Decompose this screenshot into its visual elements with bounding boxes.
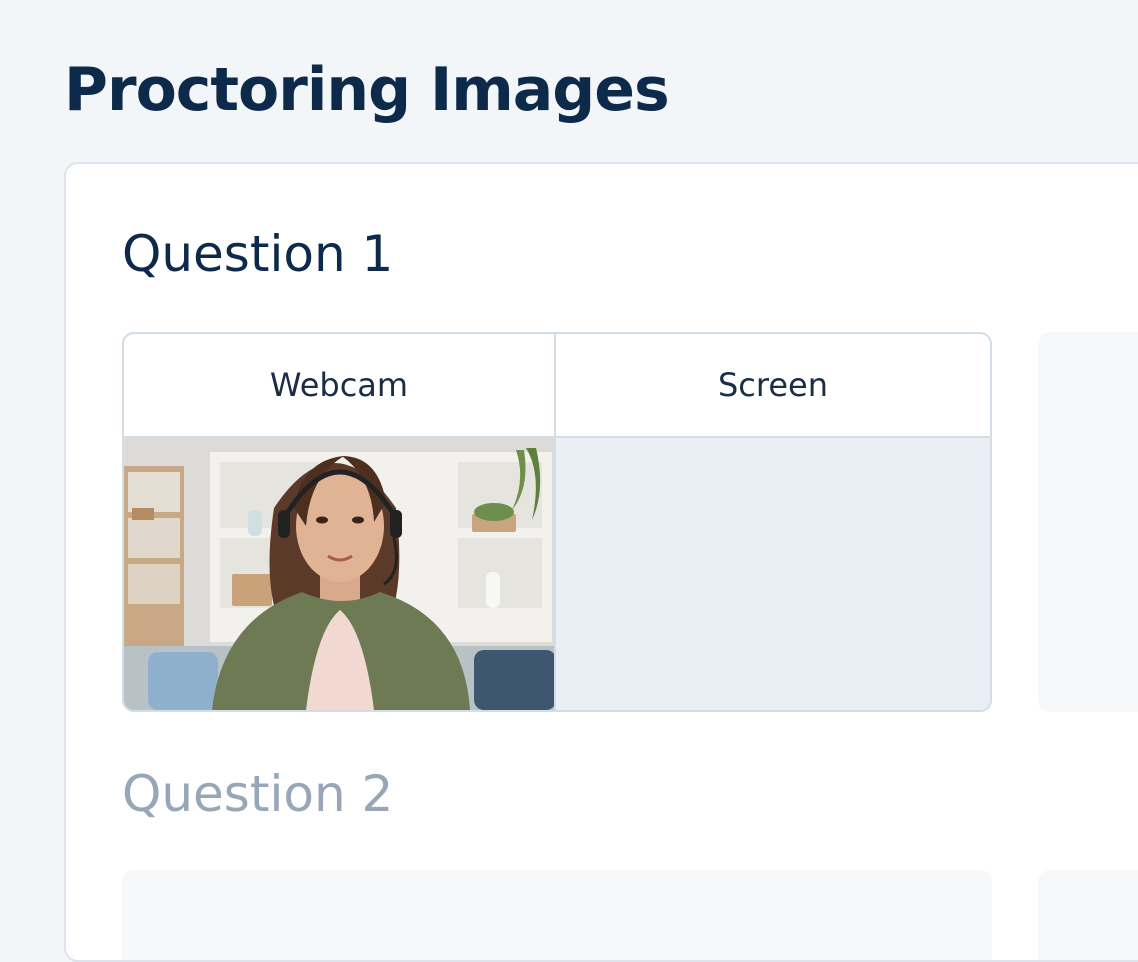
question-2-next-card-placeholder [1038,870,1138,960]
question-1-heading: Question 1 [122,225,394,283]
proctoring-panel: Question 1 Webcam Screen Question 2 [64,162,1138,962]
question-1-next-card [1038,332,1138,712]
question-2-media-card-placeholder [122,870,992,960]
webcam-photo [124,438,554,710]
screen-capture-placeholder[interactable] [556,438,990,710]
question-2-heading: Question 2 [122,765,394,823]
screen-column-header: Screen [556,334,990,438]
webcam-column-header: Webcam [124,334,556,438]
question-1-media-card: Webcam Screen [122,332,992,712]
webcam-image[interactable] [124,438,556,710]
page-title: Proctoring Images [64,55,670,125]
